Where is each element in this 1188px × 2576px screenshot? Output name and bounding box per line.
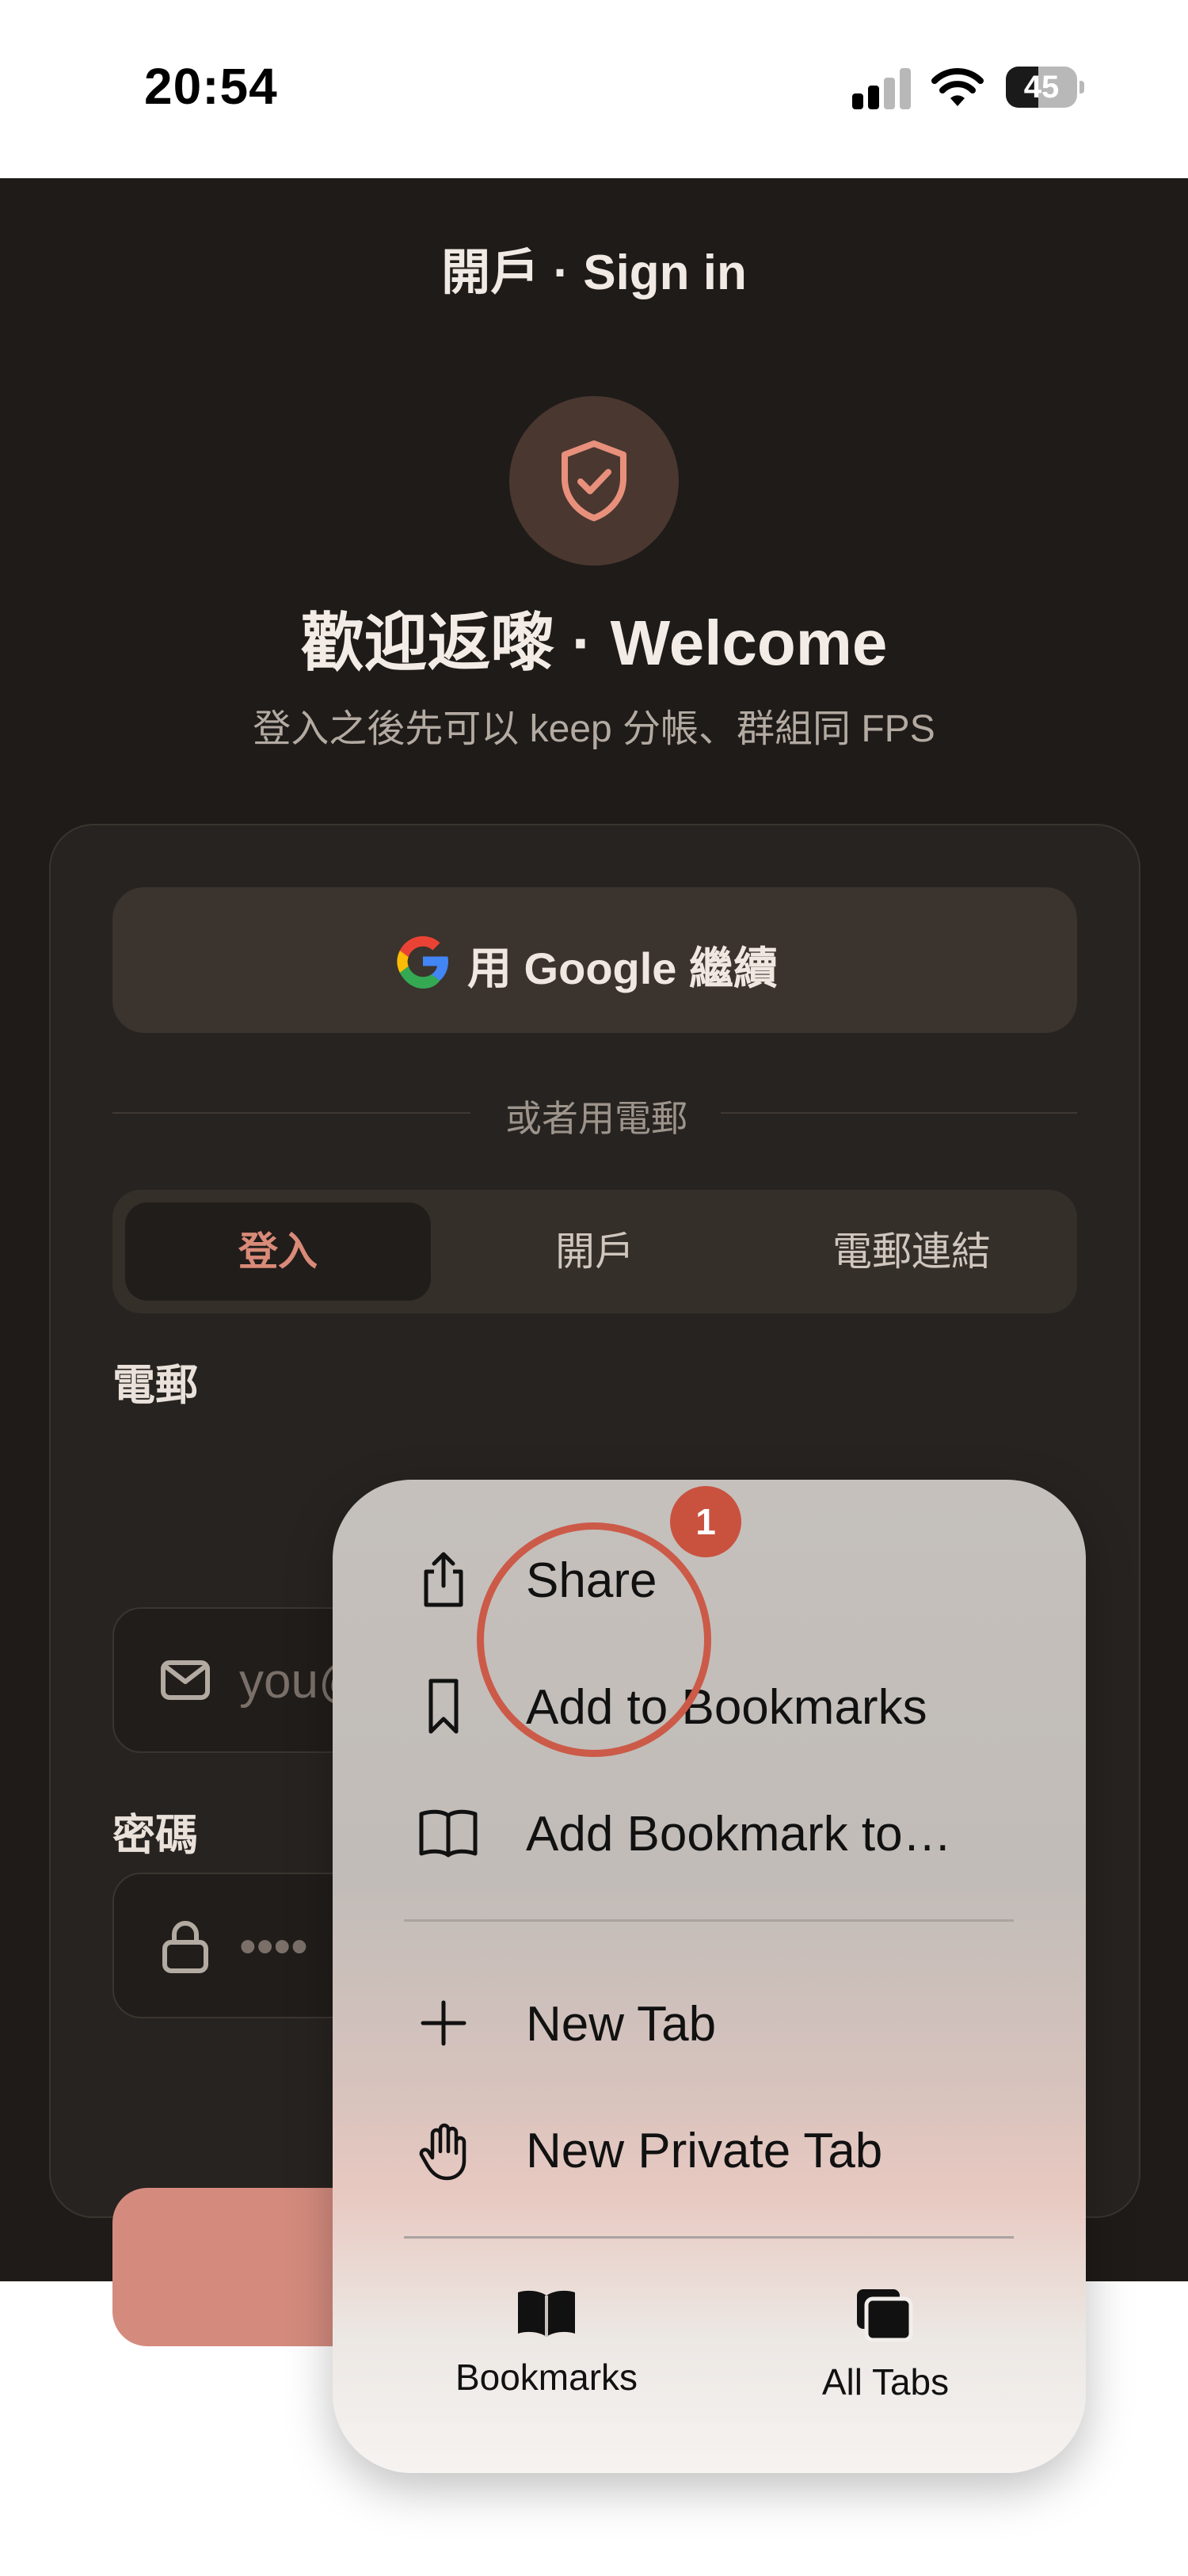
book-icon	[518, 2290, 575, 2337]
annotation-step-badge: 1	[670, 1486, 741, 1557]
menu-label-new-private-tab: New Private Tab	[526, 2124, 883, 2178]
password-label: 密碼	[112, 1812, 198, 1859]
welcome-title: 歡迎返嚟 · Welcome	[300, 608, 888, 678]
menu-item-add-bookmark-to[interactable]: Add Bookmark to…	[333, 1774, 1086, 1885]
tap-annotation-circle	[477, 1522, 711, 1757]
tab-register[interactable]: 開戶	[442, 1202, 748, 1301]
battery-level: 45	[1023, 70, 1060, 105]
status-bar: 20:54 45	[0, 0, 1188, 178]
menu-label-add-bookmark-to: Add Bookmark to…	[526, 1807, 952, 1862]
divider-text: 或者用電郵	[505, 1098, 687, 1139]
mail-icon	[161, 1660, 210, 1700]
menu-all-tabs-label: All Tabs	[821, 2361, 950, 2403]
lock-icon	[162, 1921, 208, 1973]
bookmark-icon	[428, 1679, 459, 1734]
google-sign-in-button[interactable]: 用 Google 繼續	[112, 887, 1077, 1033]
tab-email-link[interactable]: 電郵連結	[759, 1202, 1064, 1301]
welcome-subtitle: 登入之後先可以 keep 分帳、群組同 FPS	[253, 708, 935, 750]
plus-icon	[421, 2000, 466, 2046]
password-placeholder: ••••	[239, 1919, 308, 1974]
menu-item-new-private-tab[interactable]: New Private Tab	[333, 2091, 1086, 2202]
hand-icon	[419, 2123, 466, 2181]
menu-bookmarks-label: Bookmarks	[455, 2357, 638, 2398]
google-button-label: 用 Google 繼續	[467, 943, 778, 993]
menu-separator	[404, 2236, 1014, 2239]
shield-badge	[509, 396, 679, 566]
wifi-icon	[931, 68, 984, 106]
tab-sign-in[interactable]: 登入	[125, 1202, 431, 1301]
menu-bookmarks-button[interactable]: Bookmarks	[428, 2288, 665, 2446]
google-icon	[397, 936, 448, 989]
divider-right	[721, 1112, 1077, 1114]
menu-label-new-tab: New Tab	[526, 1997, 717, 2052]
menu-all-tabs-button[interactable]: All Tabs	[767, 2288, 1004, 2446]
shield-check-icon	[562, 440, 626, 521]
cellular-signal-icon	[852, 68, 912, 109]
battery-icon: 45	[1006, 67, 1085, 108]
menu-separator	[404, 1919, 1014, 1922]
email-label: 電郵	[112, 1362, 198, 1409]
tabs-icon	[857, 2289, 913, 2342]
auth-mode-tabs: 登入 開戶 電郵連結	[112, 1190, 1077, 1313]
menu-item-new-tab[interactable]: New Tab	[333, 1964, 1086, 2075]
menu-item-add-to-bookmarks[interactable]: Add to Bookmarks	[333, 1648, 1086, 1759]
page-title: 開戶 · Sign in	[441, 246, 747, 300]
share-icon	[424, 1552, 463, 1607]
book-open-icon	[419, 1809, 478, 1858]
status-time: 20:54	[144, 58, 278, 115]
